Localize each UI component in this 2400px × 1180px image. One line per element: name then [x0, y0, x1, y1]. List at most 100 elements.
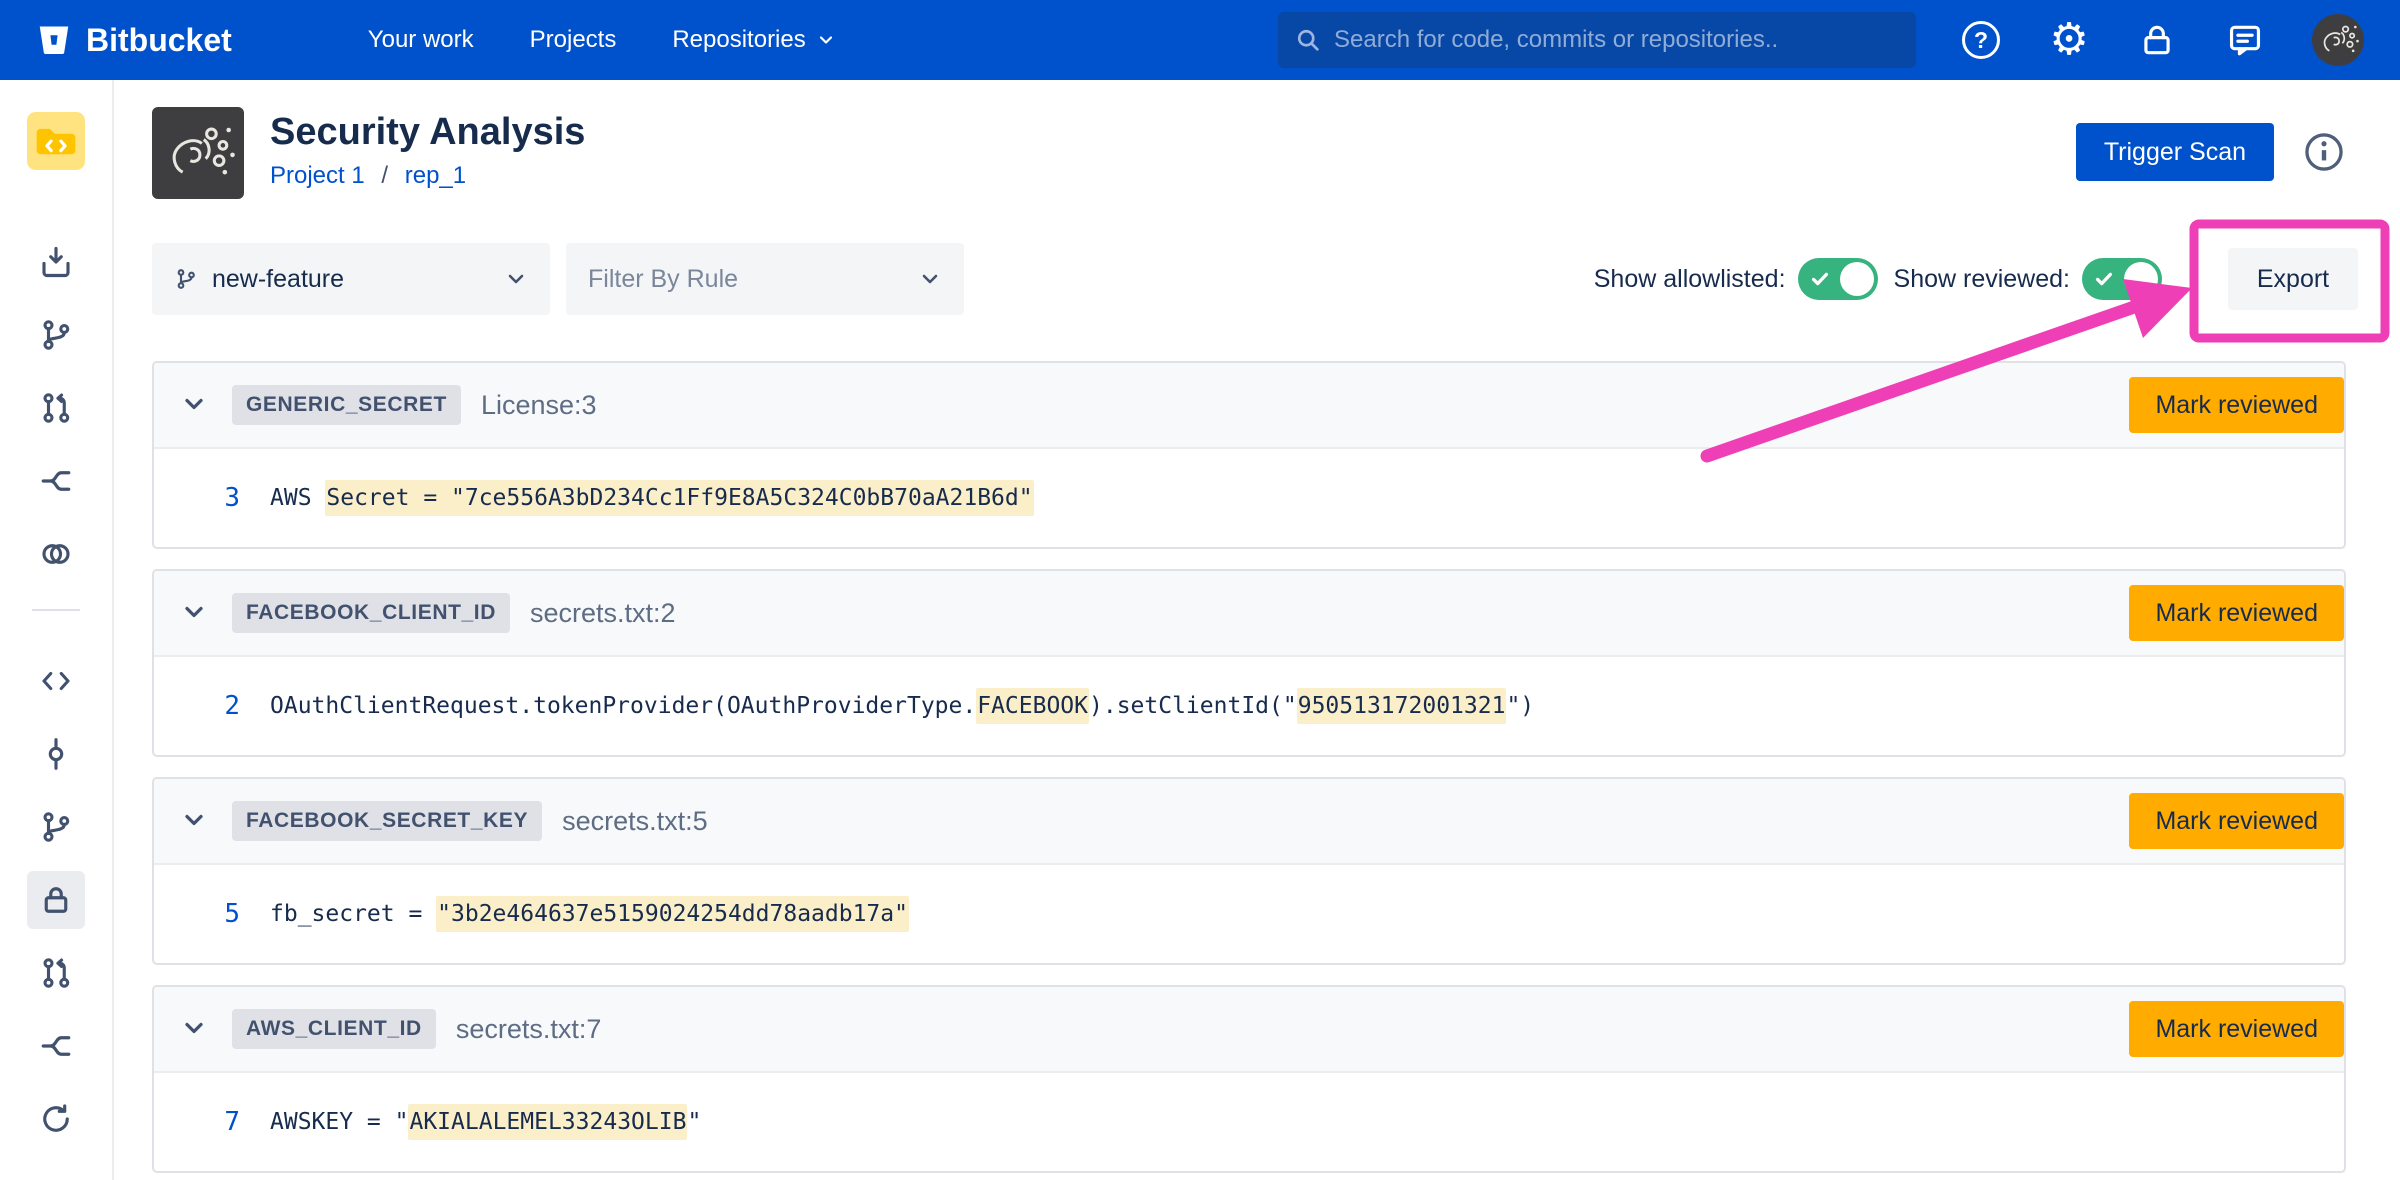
pull-request-icon: [38, 955, 74, 991]
pull-request-icon: [38, 390, 74, 426]
branch-dropdown-value: new-feature: [212, 265, 344, 294]
gear-icon: ⚙: [2049, 18, 2088, 62]
collapse-chevron-icon[interactable]: [180, 1014, 210, 1044]
secret-highlight: "3b2e464637e5159024254dd78aadb17a": [436, 896, 909, 932]
sidebar-item-clone[interactable]: [27, 233, 85, 291]
title-block: Security Analysis Project 1 / rep_1: [270, 107, 585, 199]
finding-card: FACEBOOK_SECRET_KEY secrets.txt:5 Mark r…: [152, 777, 2346, 965]
sidebar-repo-avatar[interactable]: [27, 112, 85, 170]
commits-icon: [38, 736, 74, 772]
repo-avatar-icon: [27, 112, 85, 170]
finding-badge: AWS_CLIENT_ID: [232, 1009, 436, 1049]
finding-line-number: 5: [210, 899, 240, 929]
collapse-chevron-icon[interactable]: [180, 598, 210, 628]
sidebar-item-branches-2[interactable]: [27, 798, 85, 856]
secret-highlight: FACEBOOK: [976, 688, 1089, 724]
branch-icon: [38, 809, 74, 845]
sidebar-item-commits[interactable]: [27, 725, 85, 783]
breadcrumb-repo-link[interactable]: rep_1: [405, 162, 466, 189]
lock-icon: [2138, 21, 2176, 59]
export-button[interactable]: Export: [2228, 248, 2358, 310]
show-reviewed-toggle[interactable]: [2082, 258, 2162, 300]
rule-filter-dropdown[interactable]: Filter By Rule: [566, 243, 964, 315]
mark-reviewed-button[interactable]: Mark reviewed: [2129, 1001, 2344, 1057]
sidebar-item-branches[interactable]: [27, 306, 85, 364]
nav-icon-cluster: ? ⚙: [1960, 14, 2364, 66]
brand-name: Bitbucket: [86, 22, 232, 59]
secret-highlight: Secret = "7ce556A3bD234Cc1Ff9E8A5C324C0b…: [325, 480, 1033, 516]
mark-reviewed-button[interactable]: Mark reviewed: [2129, 585, 2344, 641]
code-text: AWSKEY = ": [270, 1109, 408, 1135]
user-avatar-image: [2312, 14, 2364, 66]
nav-your-work[interactable]: Your work: [368, 26, 474, 54]
code-text: ).setClientId(": [1089, 693, 1297, 719]
sidebar-item-deployments[interactable]: [27, 525, 85, 583]
left-sidebar: [0, 80, 114, 1180]
finding-card: AWS_CLIENT_ID secrets.txt:7 Mark reviewe…: [152, 985, 2346, 1173]
info-button[interactable]: [2302, 130, 2346, 174]
mark-reviewed-button[interactable]: Mark reviewed: [2129, 793, 2344, 849]
sidebar-item-pull-requests[interactable]: [27, 379, 85, 437]
show-allowlisted-label: Show allowlisted:: [1594, 265, 1786, 294]
main-content: Security Analysis Project 1 / rep_1 Trig…: [114, 80, 2400, 1180]
filter-row: new-feature Filter By Rule Show allowlis…: [152, 243, 2346, 315]
sidebar-item-sync[interactable]: [27, 1090, 85, 1148]
feedback-icon: [2226, 21, 2264, 59]
search-icon: [1294, 26, 1322, 54]
sidebar-item-security[interactable]: [27, 871, 85, 929]
search-input[interactable]: [1334, 26, 1900, 54]
help-button[interactable]: ?: [1960, 19, 2002, 61]
check-icon: [2093, 268, 2115, 290]
sync-icon: [38, 1101, 74, 1137]
code-text: ": [687, 1109, 701, 1135]
finding-code-row: 3 AWS Secret = "7ce556A3bD234Cc1Ff9E8A5C…: [154, 449, 2344, 547]
branch-dropdown[interactable]: new-feature: [152, 243, 550, 315]
finding-code-row: 7 AWSKEY = "AKIALALEMEL33243OLIB": [154, 1073, 2344, 1171]
source-code-icon: [38, 663, 74, 699]
page-header: Security Analysis Project 1 / rep_1 Trig…: [152, 107, 2346, 199]
bitbucket-logo-icon: [36, 22, 72, 58]
collapse-chevron-icon[interactable]: [180, 390, 210, 420]
finding-header: FACEBOOK_CLIENT_ID secrets.txt:2 Mark re…: [154, 571, 2344, 657]
filter-toggles: Show allowlisted: Show reviewed: Export: [1594, 248, 2346, 310]
info-icon: [2302, 130, 2346, 174]
findings-list: GENERIC_SECRET License:3 Mark reviewed 3…: [152, 361, 2346, 1173]
feedback-button[interactable]: [2224, 19, 2266, 61]
finding-code: AWS Secret = "7ce556A3bD234Cc1Ff9E8A5C32…: [270, 485, 1034, 511]
deployments-icon: [38, 536, 74, 572]
pipelines-icon: [38, 463, 74, 499]
nav-projects[interactable]: Projects: [530, 26, 617, 54]
bitbucket-brand[interactable]: Bitbucket: [36, 22, 232, 59]
global-search[interactable]: [1278, 12, 1916, 68]
nav-repositories[interactable]: Repositories: [672, 26, 835, 54]
finding-header: GENERIC_SECRET License:3 Mark reviewed: [154, 363, 2344, 449]
trigger-scan-button[interactable]: Trigger Scan: [2076, 123, 2274, 181]
sidebar-item-source[interactable]: [27, 652, 85, 710]
collapse-chevron-icon[interactable]: [180, 806, 210, 836]
sidebar-item-pipelines-2[interactable]: [27, 1017, 85, 1075]
repo-avatar-image: [152, 107, 244, 199]
breadcrumb-project-link[interactable]: Project 1: [270, 162, 365, 189]
sidebar-item-pipelines[interactable]: [27, 452, 85, 510]
branch-icon: [38, 317, 74, 353]
finding-code-row: 5 fb_secret = "3b2e464637e5159024254dd78…: [154, 865, 2344, 963]
show-allowlisted-toggle[interactable]: [1798, 258, 1878, 300]
settings-button[interactable]: ⚙: [2048, 19, 2090, 61]
mark-reviewed-button[interactable]: Mark reviewed: [2129, 377, 2344, 433]
finding-location: secrets.txt:7: [456, 1014, 602, 1045]
repo-header-avatar: [152, 107, 244, 199]
security-button[interactable]: [2136, 19, 2178, 61]
header-actions: Trigger Scan: [2076, 123, 2346, 181]
checkout-icon: [38, 244, 74, 280]
check-icon: [1809, 268, 1831, 290]
code-text: OAuthClientRequest.tokenProvider(OAuthPr…: [270, 693, 976, 719]
toggle-knob: [2124, 262, 2158, 296]
user-avatar[interactable]: [2312, 14, 2364, 66]
toggle-knob: [1840, 262, 1874, 296]
finding-badge: GENERIC_SECRET: [232, 385, 461, 425]
finding-card: FACEBOOK_CLIENT_ID secrets.txt:2 Mark re…: [152, 569, 2346, 757]
breadcrumb-separator: /: [381, 162, 388, 189]
nav-links: Your work Projects Repositories: [368, 26, 836, 54]
sidebar-item-pull-requests-2[interactable]: [27, 944, 85, 1002]
finding-code: OAuthClientRequest.tokenProvider(OAuthPr…: [270, 693, 1534, 719]
